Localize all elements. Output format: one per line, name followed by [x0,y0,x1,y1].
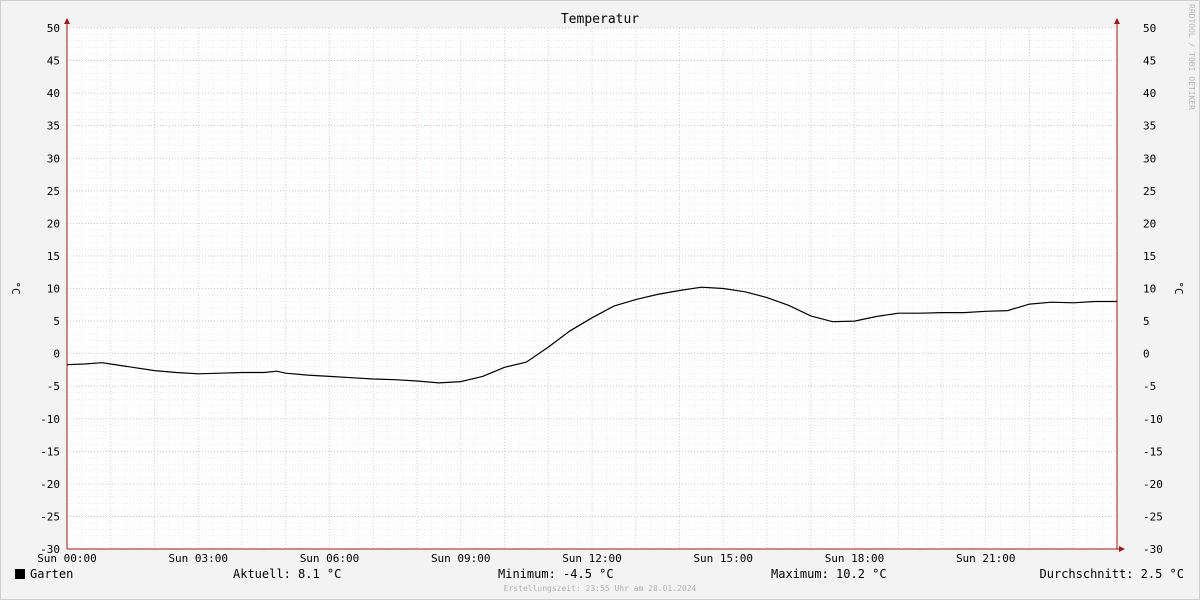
legend: Garten Aktuell: 8.1 °C Minimum: -4.5 °C … [0,567,1200,585]
y-tick-label: 30 [1143,152,1156,165]
y-tick-label: -10 [40,413,60,426]
y-tick-label: 40 [47,87,60,100]
x-tick-label: Sun 21:00 [956,552,1016,565]
y-tick-label: 20 [47,217,60,230]
legend-series-label: Garten [30,567,74,581]
y-tick-label: 0 [1143,348,1150,361]
y-tick-label: -15 [1143,445,1163,458]
legend-series: Garten [15,567,73,581]
stat-durchschnitt: Durchschnitt: 2.5 °C [1039,567,1185,581]
temperature-chart: -30-25-20-15-10-505101520253035404550 -3… [9,12,1185,565]
y-tick-label: 50 [47,22,60,35]
y-tick-label: -25 [1143,510,1163,523]
y-tick-label: 50 [1143,22,1156,35]
x-tick-label: Sun 18:00 [825,552,885,565]
y-tick-label: 0 [53,348,60,361]
x-tick-label: Sun 15:00 [693,552,753,565]
x-tick-label: Sun 03:00 [168,552,228,565]
y-axis-arrow-left [64,18,70,24]
y-tick-label: 25 [1143,185,1156,198]
x-tick-label: Sun 09:00 [431,552,491,565]
y-tick-labels-right: -30 -25 -20 -15 -10 -5 0 5 10 15 20 25 30 35 40 45 50 [1143,22,1163,556]
x-tick-labels: Sun 00:00 Sun 03:00 Sun 06:00 Sun 09:00 Sun … [37,552,1015,565]
y-axis-arrow-right [1114,18,1120,24]
y-tick-label: 5 [1143,315,1150,328]
chart-title: Temperatur [561,12,639,27]
y-tick-label: 10 [47,283,60,296]
y-tick-label: 15 [47,250,60,263]
y-tick-label: -20 [1143,478,1163,491]
y-tick-label: -5 [47,380,60,393]
stat-minimum: Minimum: -4.5 °C [498,567,614,581]
legend-swatch [15,569,25,579]
y-axis-label-left: °C [9,281,22,294]
y-tick-label: 5 [53,315,60,328]
y-tick-label: 15 [1143,250,1156,263]
x-tick-label: Sun 06:00 [300,552,360,565]
x-axis-arrow [1119,546,1125,552]
watermark: RRDTOOL / TOBI OETIKER [1187,4,1196,110]
y-tick-label: 20 [1143,217,1156,230]
y-tick-label: 10 [1143,283,1156,296]
y-tick-label: 25 [47,185,60,198]
y-tick-label: -10 [1143,413,1163,426]
y-tick-label: -15 [40,445,60,458]
y-axis-label-right: °C [1172,281,1185,294]
x-tick-label: Sun 00:00 [37,552,97,565]
y-tick-label: 45 [47,55,60,68]
y-tick-label: 35 [1143,120,1156,133]
y-tick-label: 40 [1143,87,1156,100]
y-tick-label: -25 [40,510,60,523]
y-tick-label: 45 [1143,55,1156,68]
x-tick-label: Sun 12:00 [562,552,622,565]
y-tick-label: 30 [47,152,60,165]
y-tick-label: -5 [1143,380,1156,393]
stat-maximum: Maximum: 10.2 °C [771,567,887,581]
y-tick-label: 35 [47,120,60,133]
y-tick-labels-left: -30-25-20-15-10-505101520253035404550 [40,22,60,556]
y-tick-label: -20 [40,478,60,491]
creation-timestamp: Erstellungszeit: 23:55 Uhr am 28.01.2024 [503,584,697,593]
y-tick-label: -30 [1143,543,1163,556]
stat-aktuell: Aktuell: 8.1 °C [233,567,342,581]
